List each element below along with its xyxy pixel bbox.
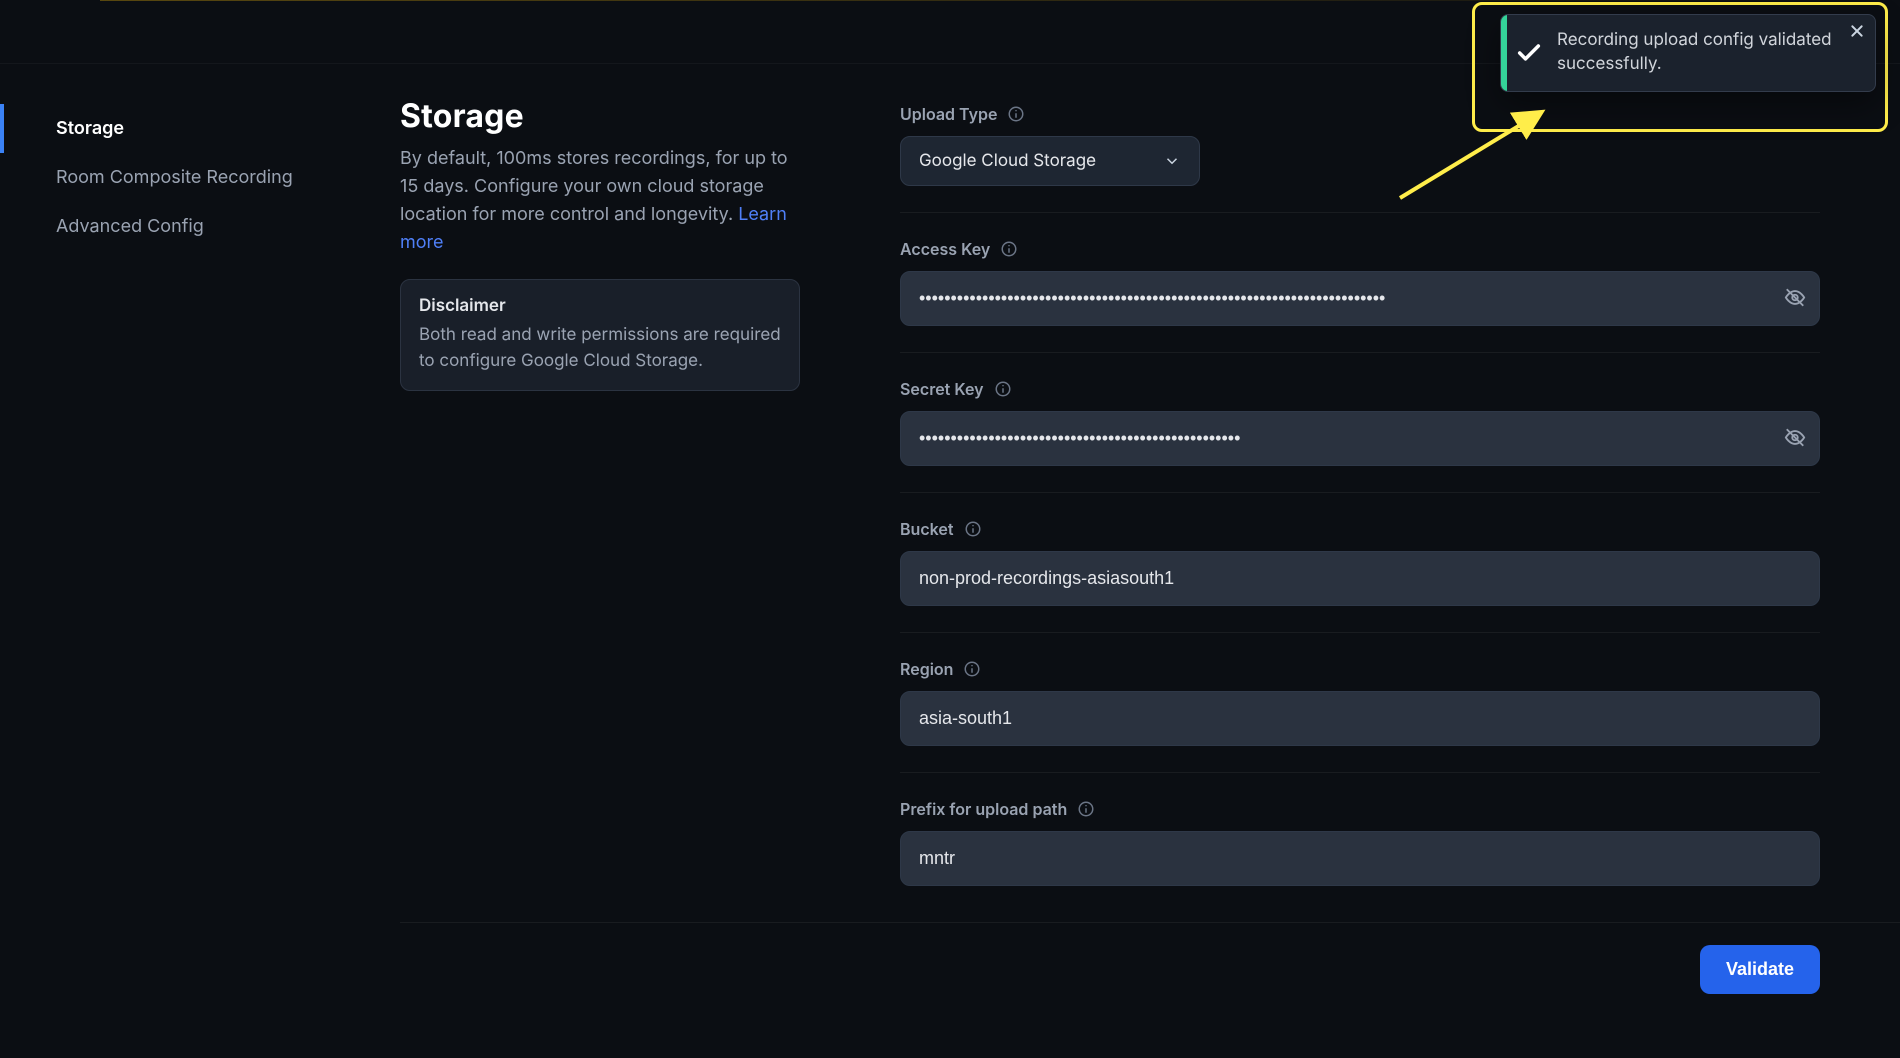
- toggle-secret-key-visibility-button[interactable]: [1784, 426, 1806, 451]
- sidebar: Storage Room Composite Recording Advance…: [0, 64, 400, 1058]
- prefix-input[interactable]: [900, 831, 1820, 886]
- check-icon: [1515, 39, 1543, 67]
- close-icon: [1849, 27, 1865, 42]
- info-icon[interactable]: [1007, 105, 1025, 123]
- access-key-input[interactable]: [900, 271, 1820, 326]
- sidebar-item-storage[interactable]: Storage: [0, 104, 400, 153]
- info-icon[interactable]: [1077, 800, 1095, 818]
- form-actions: Validate: [400, 923, 1900, 1034]
- section-region: Region: [900, 633, 1820, 773]
- access-key-label: Access Key: [900, 239, 990, 259]
- upload-type-select[interactable]: Google Cloud Storage: [900, 136, 1200, 186]
- prefix-label: Prefix for upload path: [900, 799, 1067, 819]
- disclaimer-card: Disclaimer Both read and write permissio…: [400, 279, 800, 392]
- top-accent: [100, 0, 1900, 1]
- sidebar-item-label: Advanced Config: [56, 216, 204, 237]
- section-upload-type: Upload Type Google Cloud Storage: [900, 104, 1820, 213]
- secret-key-input[interactable]: [900, 411, 1820, 466]
- section-prefix: Prefix for upload path: [900, 773, 1820, 912]
- page-title: Storage: [400, 96, 800, 135]
- info-icon[interactable]: [1000, 240, 1018, 258]
- upload-type-label: Upload Type: [900, 104, 997, 124]
- section-access-key: Access Key: [900, 213, 1820, 353]
- content: Storage By default, 100ms stores recordi…: [400, 64, 1900, 1058]
- toast-close-button[interactable]: [1849, 23, 1865, 42]
- storage-intro: Storage By default, 100ms stores recordi…: [400, 96, 800, 912]
- disclaimer-body: Both read and write permissions are requ…: [419, 322, 781, 375]
- info-icon[interactable]: [963, 660, 981, 678]
- toggle-access-key-visibility-button[interactable]: [1784, 286, 1806, 311]
- sidebar-item-advanced-config[interactable]: Advanced Config: [0, 202, 400, 251]
- eye-off-icon: [1784, 436, 1806, 451]
- region-input[interactable]: [900, 691, 1820, 746]
- validate-button[interactable]: Validate: [1700, 945, 1820, 994]
- secret-key-label: Secret Key: [900, 379, 984, 399]
- bucket-input[interactable]: [900, 551, 1820, 606]
- sidebar-item-label: Storage: [56, 118, 124, 139]
- section-bucket: Bucket: [900, 493, 1820, 633]
- info-icon[interactable]: [964, 520, 982, 538]
- region-label: Region: [900, 659, 953, 679]
- chevron-down-icon: [1163, 152, 1181, 170]
- sidebar-item-label: Room Composite Recording: [56, 167, 293, 188]
- disclaimer-title: Disclaimer: [419, 296, 781, 316]
- page-description-text: By default, 100ms stores recordings, for…: [400, 148, 788, 225]
- upload-type-selected: Google Cloud Storage: [919, 151, 1096, 171]
- eye-off-icon: [1784, 296, 1806, 311]
- info-icon[interactable]: [994, 380, 1012, 398]
- bucket-label: Bucket: [900, 519, 954, 539]
- storage-form: Upload Type Google Cloud Storage: [900, 96, 1820, 912]
- validate-button-label: Validate: [1726, 959, 1794, 979]
- section-secret-key: Secret Key: [900, 353, 1820, 493]
- sidebar-item-room-composite-recording[interactable]: Room Composite Recording: [0, 153, 400, 202]
- page-description: By default, 100ms stores recordings, for…: [400, 145, 800, 257]
